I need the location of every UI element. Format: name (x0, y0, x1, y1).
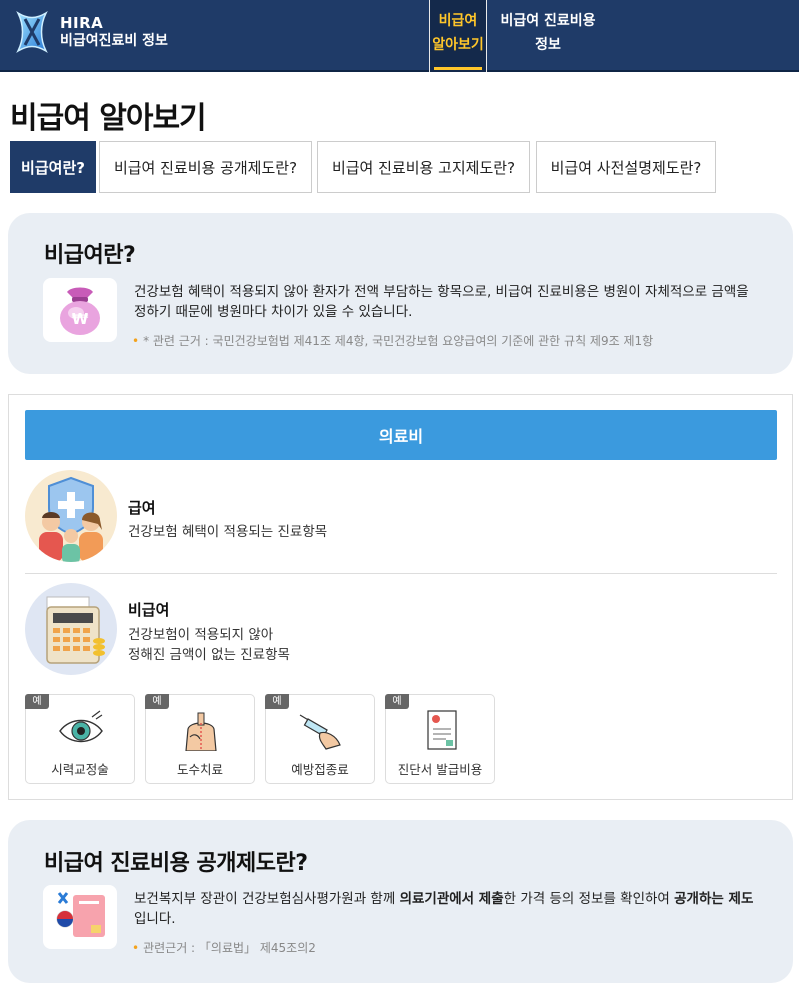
bullet-dot: • (132, 941, 140, 955)
nav-label-line1: 비급여 (438, 13, 478, 29)
example-badge: 예 (25, 694, 49, 709)
divider (25, 573, 777, 574)
nav-label-line2: 정보 (535, 37, 561, 53)
example-label: 도수치료 (176, 762, 223, 777)
icon-box (43, 885, 117, 949)
desc-part: 보건복지부 장관이 건강보험심사평가원과 함께 (134, 891, 400, 907)
what-is-card: 비급여란? ₩ 건강보험 혜택이 적용되지 않아 환자가 전액 부담하는 항목으… (8, 213, 793, 374)
desc-part: 한 가격 등의 정보를 확인하여 (503, 891, 675, 907)
nav-cost-info[interactable]: 비급여 진료비용 정보 (493, 0, 603, 72)
card-description: 건강보험 혜택이 적용되지 않아 환자가 전액 부담하는 항목으로, 비급여 진… (134, 284, 749, 320)
top-header: HIRA 비급여진료비 정보 비급여 알아보기 비급여 진료비용 정보 (0, 0, 799, 72)
non-covered-description-line2: 정해진 금액이 없는 진료항목 (128, 647, 290, 663)
brand[interactable]: HIRA 비급여진료비 정보 (60, 14, 168, 50)
example-badge: 예 (385, 694, 409, 709)
example-certificate-fee: 예 진단서 발급비용 (385, 694, 495, 784)
legal-basis-note: • 관련근거 : 「의료법」 제45조의2 (132, 939, 316, 956)
example-label: 시력교정술 (51, 762, 109, 777)
hira-logo-icon[interactable] (12, 9, 52, 55)
example-vision-correction: 예 시력교정술 (25, 694, 135, 784)
certificate-icon (427, 710, 457, 750)
nav-label-line1: 비급여 진료비용 (500, 13, 596, 29)
note-text: * 관련 근거 : 국민건강보험법 제41조 제4항, 국민건강보험 요양급여의… (143, 334, 654, 348)
card-title: 비급여란? (44, 243, 136, 268)
card-title: 비급여 진료비용 공개제도란? (44, 851, 308, 876)
brand-subtitle: 비급여진료비 정보 (60, 33, 168, 49)
tab-disclosure-system[interactable]: 비급여 진료비용 공개제도란? (99, 141, 312, 193)
non-covered-title: 비급여 (128, 601, 170, 619)
tab-what-is-non-covered[interactable]: 비급여란? (10, 141, 96, 193)
icon-box: ₩ (43, 278, 117, 342)
tab-notice-system[interactable]: 비급여 진료비용 고지제도란? (317, 141, 530, 193)
card-description: 보건복지부 장관이 건강보험심사평가원과 함께 의료기관에서 제출한 가격 등의… (134, 889, 764, 929)
manual-therapy-icon (185, 712, 217, 751)
desc-bold: 의료기관에서 제출 (399, 891, 504, 907)
note-text: 관련근거 : 「의료법」 제45조의2 (143, 941, 316, 955)
non-covered-description-line1: 건강보험이 적용되지 않아 (128, 627, 274, 643)
medical-cost-section: 의료비 급여 건강보험 혜택이 적용되는 진료항목 비급여 건강보험이 적용되지… (8, 394, 793, 800)
legal-basis-note: • * 관련 근거 : 국민건강보험법 제41조 제4항, 국민건강보험 요양급여… (132, 332, 653, 349)
desc-part: 입니다. (134, 911, 176, 927)
bullet-dot: • (132, 334, 140, 348)
example-manual-therapy: 예 도수치료 (145, 694, 255, 784)
example-label: 진단서 발급비용 (397, 762, 483, 777)
brand-name: HIRA (60, 14, 104, 32)
page-title: 비급여 알아보기 (10, 101, 207, 136)
example-vaccination: 예 예방접종료 (265, 694, 375, 784)
active-underline (434, 67, 482, 70)
nav-label-line2: 알아보기 (432, 37, 484, 53)
family-shield-icon (25, 470, 117, 562)
syringe-icon (299, 714, 341, 750)
ministry-doc-icon (56, 892, 105, 937)
money-bag-icon: ₩ (60, 287, 100, 335)
calculator-icon (25, 583, 117, 675)
covered-description: 건강보험 혜택이 적용되는 진료항목 (128, 524, 328, 540)
example-label: 예방접종료 (291, 762, 349, 777)
svg-text:₩: ₩ (72, 310, 89, 328)
disclosure-card: 비급여 진료비용 공개제도란? 보건복지부 장관이 건강보험심사평가원과 함께 … (8, 820, 793, 983)
example-badge: 예 (265, 694, 289, 709)
desc-bold: 공개하는 제도 (674, 891, 754, 907)
medical-cost-bar: 의료비 (25, 410, 777, 460)
tab-prior-explanation-system[interactable]: 비급여 사전설명제도란? (536, 141, 716, 193)
eye-icon (59, 710, 103, 743)
covered-title: 급여 (128, 499, 156, 517)
nav-learn-non-covered[interactable]: 비급여 알아보기 (429, 0, 487, 72)
example-badge: 예 (145, 694, 169, 709)
